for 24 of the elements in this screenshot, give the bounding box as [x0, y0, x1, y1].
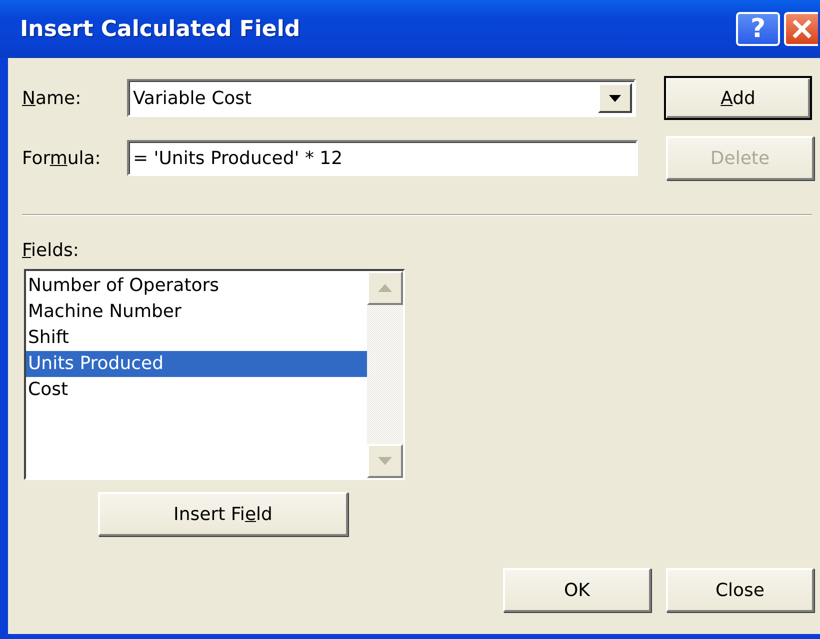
- list-item[interactable]: Shift: [26, 325, 367, 351]
- close-button[interactable]: [784, 12, 818, 46]
- triangle-down-icon: [378, 457, 392, 465]
- close-dialog-button[interactable]: Close: [666, 568, 814, 612]
- dropdown-button[interactable]: [598, 83, 632, 113]
- name-combo-box[interactable]: Variable Cost: [127, 79, 636, 117]
- list-item[interactable]: Units Produced: [26, 351, 367, 377]
- help-button[interactable]: ?: [736, 12, 780, 46]
- window-title: Insert Calculated Field: [20, 16, 302, 42]
- field-label: Name:: [22, 88, 82, 108]
- scroll-up-button[interactable]: [367, 271, 403, 305]
- list-label: Fields:: [22, 240, 80, 261]
- triangle-up-icon: [378, 284, 392, 292]
- formula-field[interactable]: = 'Units Produced' * 12: [127, 140, 638, 176]
- scroll-down-button[interactable]: [367, 444, 403, 478]
- insert-field-button[interactable]: Insert Field: [98, 492, 348, 536]
- add-button[interactable]: Add: [664, 76, 812, 120]
- close-icon: [791, 18, 813, 40]
- list-item[interactable]: Cost: [26, 377, 367, 403]
- field-label: Formula:: [22, 148, 102, 168]
- list-item[interactable]: Machine Number: [26, 299, 367, 325]
- caret-down-icon: [609, 94, 621, 102]
- ok-button[interactable]: OK: [503, 568, 651, 612]
- list-item[interactable]: Number of Operators: [26, 273, 367, 299]
